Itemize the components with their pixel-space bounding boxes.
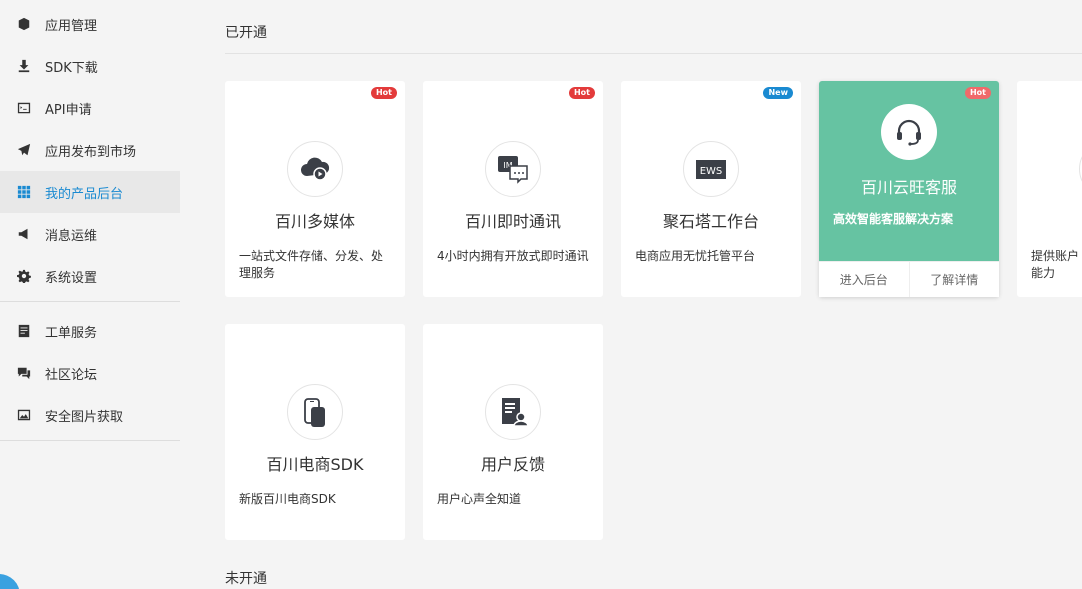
section-title-opened: 已开通 (225, 25, 267, 41)
product-card-partial[interactable]: 提供账户 能力 (1017, 81, 1082, 297)
nav-item-forum[interactable]: 社区论坛 (0, 352, 180, 394)
card-description: 电商应用无忧托管平台 (635, 249, 756, 263)
card-actions: 进入后台 了解详情 (819, 261, 999, 297)
card-title: 百川电商SDK (266, 455, 364, 474)
card-description: 用户心声全知道 (437, 492, 522, 506)
hot-badge: Hot (568, 87, 595, 99)
card-title: 聚石塔工作台 (662, 212, 759, 231)
product-card-ecommerce-sdk[interactable]: 百川电商SDK 新版百川电商SDK (225, 324, 405, 540)
learn-more-button[interactable]: 了解详情 (908, 262, 1000, 297)
product-card-customer-service[interactable]: Hot 百川云旺客服 高效智能客服解决方案 进入后台 了解详情 (819, 81, 999, 297)
enter-backend-button[interactable]: 进入后台 (819, 262, 909, 297)
nav-divider (0, 440, 180, 441)
product-card-multimedia[interactable]: Hot 百川多媒体 一站式文件存储、分发、处理服务 (225, 81, 405, 297)
im-chat-icon: IM (485, 141, 541, 197)
terminal-icon (16, 100, 32, 116)
main-content: 已开通 Hot 百川多媒体 一站式文件存储、分发、处理服务 Hot IM 百川即… (180, 0, 1082, 589)
card-title: 用户反馈 (480, 455, 545, 474)
headset-icon (881, 104, 937, 160)
megaphone-icon (16, 226, 32, 242)
nav-item-system-settings[interactable]: 系统设置 (0, 255, 180, 297)
nav-item-label: 消息运维 (45, 228, 98, 244)
paper-plane-icon (16, 142, 32, 158)
hot-badge: Hot (370, 87, 397, 99)
phone-icon (287, 384, 343, 440)
section-divider (225, 53, 1082, 54)
nav-group-support: 工单服务 社区论坛 安全图片获取 (0, 307, 180, 436)
image-icon (16, 407, 32, 423)
nav-item-label: 系统设置 (45, 270, 98, 286)
card-title: 百川即时通讯 (464, 212, 561, 231)
nav-item-label: 应用发布到市场 (45, 144, 137, 160)
card-description: 一站式文件存储、分发、处理服务 (239, 249, 384, 280)
ews-icon: EWS (683, 141, 739, 197)
card-description: 提供账户 能力 (1031, 249, 1080, 280)
cloud-play-icon (287, 141, 343, 197)
gear-icon (16, 268, 32, 284)
card-description: 新版百川电商SDK (239, 492, 336, 506)
product-card-im[interactable]: Hot IM 百川即时通讯 4小时内拥有开放式即时通讯 (423, 81, 603, 297)
card-title: 百川云旺客服 (860, 178, 957, 197)
card-description: 高效智能客服解决方案 (833, 212, 954, 226)
nav-divider (0, 301, 180, 302)
new-badge: New (763, 87, 793, 99)
card-title: 百川多媒体 (274, 212, 355, 231)
nav-item-label: 我的产品后台 (45, 186, 124, 202)
product-card-user-feedback[interactable]: 用户反馈 用户心声全知道 (423, 324, 603, 540)
nav-item-label: 应用管理 (45, 18, 98, 34)
card-description: 4小时内拥有开放式即时通讯 (437, 249, 589, 263)
hot-badge: Hot (964, 87, 991, 99)
nav-item-label: API申请 (45, 102, 92, 118)
grid-icon (16, 184, 32, 200)
nav-item-app-management[interactable]: 应用管理 (0, 3, 180, 45)
nav-item-tickets[interactable]: 工单服务 (0, 310, 180, 352)
nav-group-main: 应用管理 SDK下载 API申请 应用发布到市场 我的产品后台 消息运维 系统设… (0, 0, 180, 297)
nav-item-label: 社区论坛 (45, 367, 98, 383)
nav-item-message-ops[interactable]: 消息运维 (0, 213, 180, 255)
cube-icon (16, 16, 32, 32)
section-title-closed: 未开通 (225, 571, 267, 587)
svg-text:EWS: EWS (700, 166, 723, 177)
document-icon (16, 323, 32, 339)
chat-icon (16, 365, 32, 381)
nav-item-publish-market[interactable]: 应用发布到市场 (0, 129, 180, 171)
nav-item-secure-image[interactable]: 安全图片获取 (0, 394, 180, 436)
feedback-icon (485, 384, 541, 440)
nav-item-my-products[interactable]: 我的产品后台 (0, 171, 180, 213)
nav-item-label: 工单服务 (45, 325, 98, 341)
download-icon (16, 58, 32, 74)
nav-item-sdk-download[interactable]: SDK下载 (0, 45, 180, 87)
product-card-jushita[interactable]: New EWS 聚石塔工作台 电商应用无忧托管平台 (621, 81, 801, 297)
nav-item-api-apply[interactable]: API申请 (0, 87, 180, 129)
nav-item-label: SDK下载 (45, 60, 98, 76)
nav-item-label: 安全图片获取 (45, 409, 124, 425)
sidebar: 应用管理 SDK下载 API申请 应用发布到市场 我的产品后台 消息运维 系统设… (0, 0, 180, 589)
